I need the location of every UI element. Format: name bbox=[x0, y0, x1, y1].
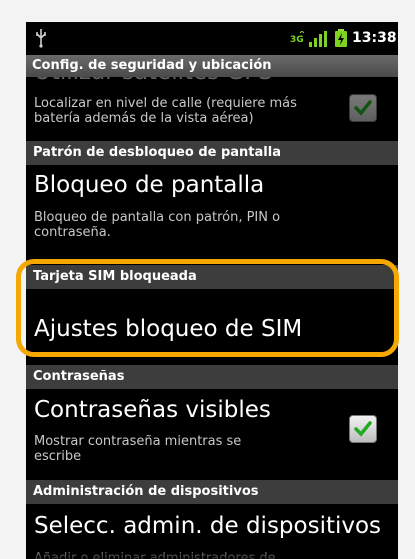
page-title: Config. de seguridad y ubicación bbox=[26, 55, 398, 77]
check-icon bbox=[354, 100, 372, 116]
signal-icon bbox=[309, 31, 327, 47]
status-bar: 3G 13:38 bbox=[26, 22, 398, 55]
screen-lock-header: Patrón de desbloqueo de pantalla bbox=[26, 141, 398, 165]
screen-lock-summary: Bloqueo de pantalla con patrón, PIN o co… bbox=[34, 210, 281, 240]
check-icon bbox=[354, 421, 372, 437]
svg-text:3G: 3G bbox=[290, 35, 304, 45]
visible-passwords-title: Contraseñas visibles bbox=[34, 397, 271, 423]
status-time: 13:38 bbox=[352, 30, 397, 46]
gps-title: Utilizar satélites GPS bbox=[34, 77, 273, 85]
device-admin-summary: Añadir o eliminar administradores de dis… bbox=[34, 551, 276, 559]
device-admin-title: Selecc. admin. de dispositivos bbox=[34, 513, 382, 539]
gps-checkbox[interactable] bbox=[349, 94, 377, 122]
battery-icon bbox=[335, 29, 347, 47]
gps-summary: Localizar en nivel de calle (requiere má… bbox=[34, 96, 297, 126]
3g-data-icon: 3G bbox=[290, 31, 304, 45]
visible-passwords-summary: Mostrar contraseña mientras se escribe bbox=[34, 434, 242, 464]
passwords-header: Contraseñas bbox=[26, 365, 398, 389]
screen-lock-title: Bloqueo de pantalla bbox=[34, 172, 265, 198]
visible-passwords-checkbox[interactable] bbox=[349, 415, 377, 443]
device-admin-header: Administración de dispositivos bbox=[26, 480, 398, 504]
usb-icon bbox=[36, 29, 46, 48]
sim-lock-highlight bbox=[16, 259, 399, 357]
